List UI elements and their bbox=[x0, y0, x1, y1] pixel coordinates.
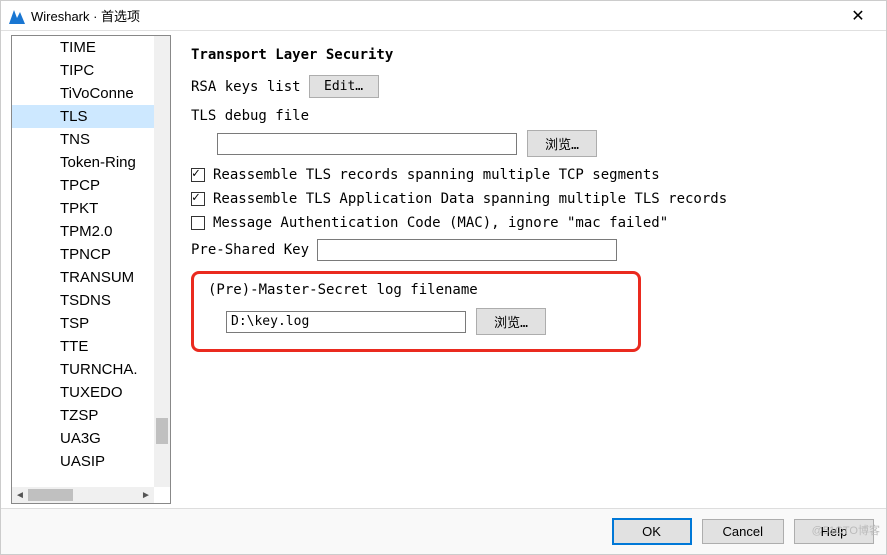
scroll-thumb[interactable] bbox=[156, 418, 168, 444]
edit-button[interactable]: Edit… bbox=[309, 75, 379, 98]
mac-ignore-label: Message Authentication Code (MAC), ignor… bbox=[213, 215, 668, 231]
psk-label: Pre-Shared Key bbox=[191, 242, 309, 258]
reassemble-records-label: Reassemble TLS records spanning multiple… bbox=[213, 167, 660, 183]
scroll-right-icon[interactable]: ► bbox=[138, 487, 154, 503]
master-secret-row: 浏览… bbox=[226, 308, 624, 335]
reassemble-records-checkbox[interactable] bbox=[191, 168, 205, 182]
psk-row: Pre-Shared Key bbox=[191, 239, 866, 261]
sidebar-item-tte[interactable]: TTE bbox=[12, 335, 154, 358]
content-area: TIMETIPCTiVoConneTLSTNSToken-RingTPCPTPK… bbox=[1, 31, 886, 508]
scroll-thumb-h[interactable] bbox=[28, 489, 73, 501]
sidebar-item-tpm20[interactable]: TPM2.0 bbox=[12, 220, 154, 243]
sidebar-item-tokenring[interactable]: Token-Ring bbox=[12, 151, 154, 174]
window-title: Wireshark · 首选项 bbox=[31, 6, 838, 25]
sidebar-item-tpncp[interactable]: TPNCP bbox=[12, 243, 154, 266]
browse-master-button[interactable]: 浏览… bbox=[476, 308, 546, 335]
sidebar-item-tls[interactable]: TLS bbox=[12, 105, 154, 128]
mac-ignore-row[interactable]: Message Authentication Code (MAC), ignor… bbox=[191, 215, 866, 231]
psk-input[interactable] bbox=[317, 239, 617, 261]
sidebar-item-ua3g[interactable]: UA3G bbox=[12, 427, 154, 450]
sidebar-item-turncha[interactable]: TURNCHA. bbox=[12, 358, 154, 381]
reassemble-records-row[interactable]: Reassemble TLS records spanning multiple… bbox=[191, 167, 866, 183]
scroll-track[interactable] bbox=[28, 487, 138, 503]
master-secret-label: (Pre)-Master-Secret log filename bbox=[208, 282, 624, 298]
rsa-keys-label: RSA keys list bbox=[191, 79, 301, 95]
protocol-sidebar: TIMETIPCTiVoConneTLSTNSToken-RingTPCPTPK… bbox=[11, 35, 171, 504]
horizontal-scrollbar[interactable]: ◄ ► bbox=[12, 487, 154, 503]
debug-file-input[interactable] bbox=[217, 133, 517, 155]
cancel-button[interactable]: Cancel bbox=[702, 519, 784, 544]
debug-file-row: 浏览… bbox=[217, 130, 866, 157]
master-secret-section: (Pre)-Master-Secret log filename 浏览… bbox=[191, 271, 641, 352]
protocol-list[interactable]: TIMETIPCTiVoConneTLSTNSToken-RingTPCPTPK… bbox=[12, 36, 154, 487]
titlebar: Wireshark · 首选项 ✕ bbox=[1, 1, 886, 31]
vertical-scrollbar[interactable] bbox=[154, 36, 170, 487]
sidebar-item-tipc[interactable]: TIPC bbox=[12, 59, 154, 82]
wireshark-icon bbox=[9, 8, 25, 24]
rsa-keys-row: RSA keys list Edit… bbox=[191, 75, 866, 98]
sidebar-item-tpkt[interactable]: TPKT bbox=[12, 197, 154, 220]
mac-ignore-checkbox[interactable] bbox=[191, 216, 205, 230]
sidebar-item-tns[interactable]: TNS bbox=[12, 128, 154, 151]
sidebar-item-tivoconne[interactable]: TiVoConne bbox=[12, 82, 154, 105]
debug-file-label: TLS debug file bbox=[191, 108, 858, 124]
sidebar-item-tsp[interactable]: TSP bbox=[12, 312, 154, 335]
sidebar-item-time[interactable]: TIME bbox=[12, 36, 154, 59]
sidebar-item-transum[interactable]: TRANSUM bbox=[12, 266, 154, 289]
section-title: Transport Layer Security bbox=[191, 47, 866, 63]
browse-debug-button[interactable]: 浏览… bbox=[527, 130, 597, 157]
help-button[interactable]: Help bbox=[794, 519, 874, 544]
reassemble-appdata-row[interactable]: Reassemble TLS Application Data spanning… bbox=[191, 191, 866, 207]
master-secret-input[interactable] bbox=[226, 311, 466, 333]
reassemble-appdata-checkbox[interactable] bbox=[191, 192, 205, 206]
preferences-window: Wireshark · 首选项 ✕ TIMETIPCTiVoConneTLSTN… bbox=[0, 0, 887, 555]
settings-panel: Transport Layer Security RSA keys list E… bbox=[171, 31, 886, 508]
sidebar-item-tuxedo[interactable]: TUXEDO bbox=[12, 381, 154, 404]
reassemble-appdata-label: Reassemble TLS Application Data spanning… bbox=[213, 191, 727, 207]
sidebar-item-tsdns[interactable]: TSDNS bbox=[12, 289, 154, 312]
scroll-left-icon[interactable]: ◄ bbox=[12, 487, 28, 503]
ok-button[interactable]: OK bbox=[612, 518, 692, 545]
dialog-footer: OK Cancel Help @51CTO博客 bbox=[1, 508, 886, 554]
sidebar-item-tpcp[interactable]: TPCP bbox=[12, 174, 154, 197]
sidebar-item-uasip[interactable]: UASIP bbox=[12, 450, 154, 473]
sidebar-item-tzsp[interactable]: TZSP bbox=[12, 404, 154, 427]
close-icon[interactable]: ✕ bbox=[838, 1, 878, 31]
